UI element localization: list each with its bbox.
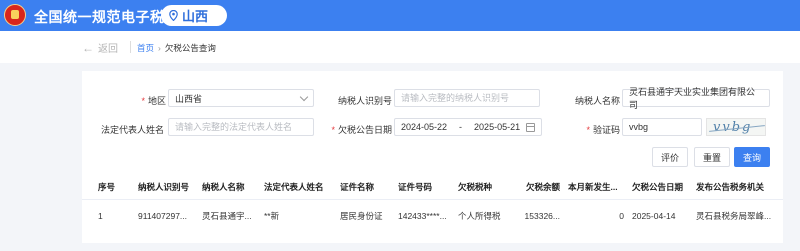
legal-rep-input[interactable] [168, 118, 314, 136]
region-switcher[interactable]: 山西 [161, 5, 227, 26]
column-header: 证件号码 [394, 175, 454, 200]
top-bar: 全国统一规范电子税务局 山西 [0, 0, 800, 31]
breadcrumb: 首页 › 欠税公告查询 [137, 42, 216, 54]
column-header: 发布公告税务机关 [692, 175, 783, 200]
column-header: 序号 [82, 175, 134, 200]
taxpayer-name-input[interactable]: 灵石县通宇天业实业集团有限公司 [622, 87, 770, 110]
divider [130, 41, 131, 53]
taxpayer-name-label: 纳税人名称 [574, 96, 620, 106]
date-start: 2024-05-22 [401, 122, 448, 132]
table-cell: 0 [619, 211, 624, 222]
table-cell: 2025-04-14 [632, 211, 676, 222]
table-cell: 灵石县税务局翠峰... [696, 211, 772, 222]
results-table: 序号 纳税人识别号 纳税人名称 法定代表人姓名 证件名称 证件号码 欠税税种 欠… [82, 175, 783, 233]
notice-date-range-picker[interactable]: 2024-05-22 - 2025-05-21 [394, 118, 542, 136]
chevron-down-icon [299, 92, 309, 102]
table-cell: 142433****... [398, 211, 447, 222]
notice-date-label: * 欠税公告日期 [331, 125, 392, 135]
column-header: 欠税余额 [516, 175, 564, 200]
taxpayer-id-label: 纳税人识别号 [337, 96, 392, 106]
table-row[interactable]: 1 911407297... 灵石县通宇... **新 居民身份证 142433… [82, 199, 783, 233]
table-cell: 居民身份证 [340, 211, 383, 222]
back-label: 返回 [98, 44, 118, 55]
column-header: 纳税人识别号 [134, 175, 198, 200]
taxpayer-name-value: 灵石县通宇天业实业集团有限公司 [629, 87, 756, 110]
region-label: 山西 [182, 9, 209, 24]
table-cell: **新 [264, 211, 280, 222]
captcha-label: * 验证码 [586, 125, 620, 135]
sub-nav-bar: ← 返回 首页 › 欠税公告查询 [0, 31, 800, 63]
breadcrumb-home-link[interactable]: 首页 [137, 42, 154, 54]
calendar-icon [526, 123, 535, 132]
query-button[interactable]: 查询 [734, 147, 770, 167]
tax-emblem-icon [4, 4, 26, 26]
table-cell: 灵石县通宇... [202, 211, 252, 222]
column-header: 本月新发生... [564, 175, 628, 200]
taxpayer-id-input[interactable] [394, 89, 540, 107]
table-cell: 1 [98, 211, 103, 222]
reset-button[interactable]: 重置 [694, 147, 730, 167]
back-button[interactable]: ← 返回 [82, 40, 118, 56]
captcha-input[interactable]: vvbg [622, 118, 702, 136]
breadcrumb-current: 欠税公告查询 [164, 43, 216, 53]
region-select[interactable]: 山西省 [168, 89, 314, 107]
column-header: 法定代表人姓名 [260, 175, 336, 200]
table-cell: 911407297... [138, 211, 187, 222]
date-separator: - [459, 122, 463, 132]
evaluate-button[interactable]: 评价 [652, 147, 688, 167]
back-arrow-icon: ← [82, 40, 94, 55]
captcha-image[interactable]: vvbg [706, 118, 766, 136]
column-header: 欠税税种 [454, 175, 516, 200]
date-end: 2025-05-21 [474, 122, 521, 132]
taxpayer-id-field[interactable] [401, 93, 533, 103]
table-header-row: 序号 纳税人识别号 纳税人名称 法定代表人姓名 证件名称 证件号码 欠税税种 欠… [82, 175, 783, 200]
location-pin-icon [169, 10, 178, 21]
region-field-label: * 地区 [141, 96, 166, 106]
column-header: 证件名称 [336, 175, 394, 200]
column-header: 纳税人名称 [198, 175, 260, 200]
captcha-input-value: vvbg [629, 122, 649, 132]
column-header: 欠税公告日期 [628, 175, 692, 200]
query-panel: *地区 山西省 纳税人识别号 纳税人名称 灵石县通宇天业实业集团有限公司 法定代… [82, 71, 783, 243]
region-select-value: 山西省 [175, 93, 203, 104]
breadcrumb-separator: › [158, 43, 161, 53]
legal-rep-label: 法定代表人姓名 [100, 125, 164, 135]
legal-rep-field[interactable] [175, 122, 307, 132]
table-cell: 153326... [524, 211, 560, 222]
table-cell: 个人所得税 [458, 211, 501, 222]
